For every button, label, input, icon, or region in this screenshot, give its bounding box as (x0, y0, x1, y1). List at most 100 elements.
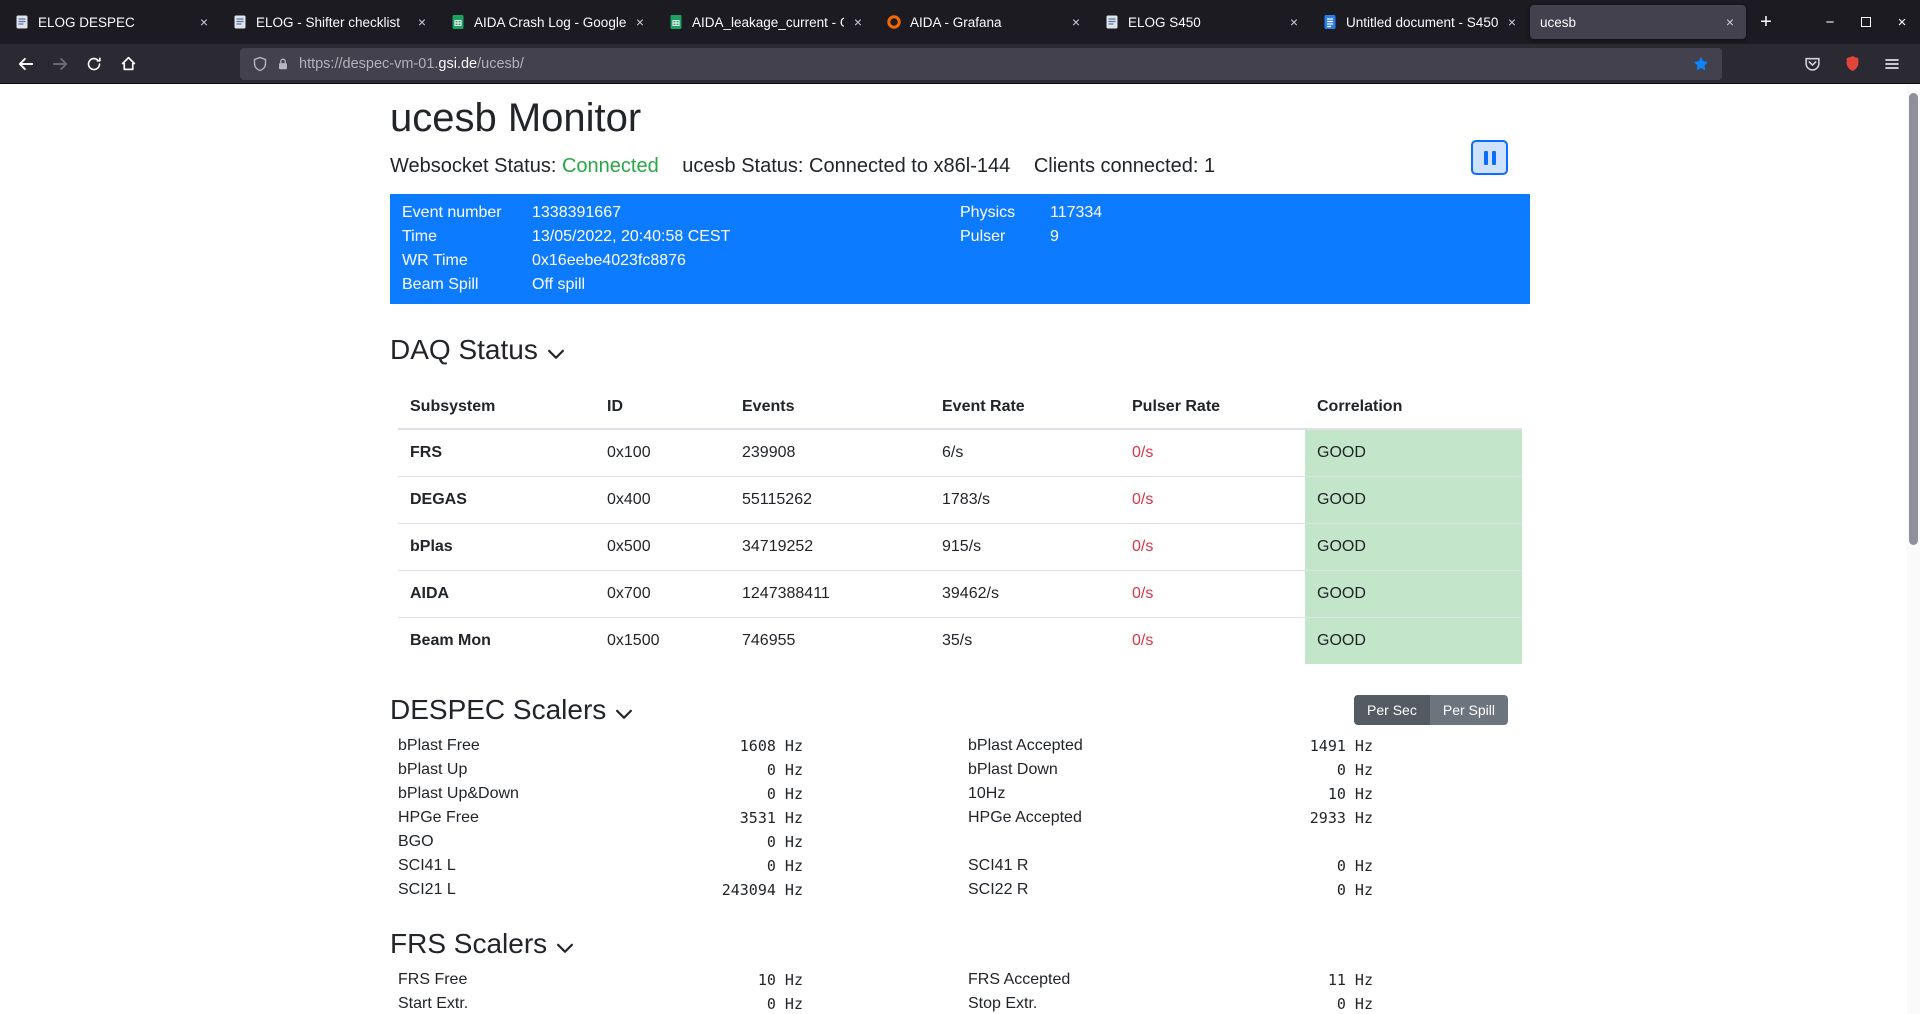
table-row-aida: AIDA 0x700 1247388411 39462/s 0/s GOOD (398, 571, 1522, 618)
google-docs-icon (1322, 14, 1338, 30)
scrollbar-thumb[interactable] (1909, 93, 1918, 545)
close-icon[interactable]: × (1720, 12, 1740, 32)
event-info-panel: Event number 1338391667 Time 13/05/2022,… (390, 194, 1530, 304)
content-container: ucesb Monitor Websocket Status: Connecte… (390, 84, 1530, 1014)
table-row-degas: DEGAS 0x400 55115262 1783/s 0/s GOOD (398, 477, 1522, 524)
scaler-row: SCI41 L0 Hz SCI41 R0 Hz (390, 854, 1530, 878)
tab-aida-leakage-current[interactable]: AIDA_leakage_current - G × (658, 5, 874, 39)
grafana-icon (886, 14, 902, 30)
google-sheets-icon (668, 14, 684, 30)
column-header: ID (595, 386, 730, 429)
frs-scalers-heading-row: FRS Scalers (390, 928, 1530, 960)
pocket-button[interactable] (1796, 48, 1828, 80)
per-sec-button[interactable]: Per Sec (1354, 695, 1430, 725)
despec-scalers-heading-row: DESPEC Scalers Per Sec Per Spill (390, 694, 1530, 726)
pause-button[interactable] (1471, 140, 1508, 175)
page-viewport: ucesb Monitor Websocket Status: Connecte… (0, 84, 1920, 1014)
page-scrollbar[interactable] (1907, 84, 1920, 1014)
bookmark-star-icon[interactable] (1692, 55, 1710, 73)
new-tab-button[interactable]: + (1750, 6, 1782, 38)
despec-scaler-list: bPlast Free1608 Hz bPlast Accepted1491 H… (390, 734, 1530, 902)
correlation-status-cell: GOOD (1305, 429, 1522, 477)
scaler-row: bPlast Free1608 Hz bPlast Accepted1491 H… (390, 734, 1530, 758)
reload-button[interactable] (78, 48, 110, 80)
rate-mode-toggle: Per Sec Per Spill (1354, 695, 1508, 725)
browser-window: ELOG DESPEC × ELOG - Shifter checklist ×… (0, 0, 1920, 1014)
per-spill-button[interactable]: Per Spill (1430, 695, 1508, 725)
chevron-down-icon[interactable] (546, 344, 566, 364)
url-text: https://despec-vm-01.gsi.de/ucesb/ (299, 56, 1692, 72)
scaler-row: HPGe Free3531 Hz HPGe Accepted2933 Hz (390, 806, 1530, 830)
tab-aida-crash-log[interactable]: AIDA Crash Log - Google S × (440, 5, 656, 39)
correlation-status-cell: GOOD (1305, 571, 1522, 618)
scaler-row: bPlast Up0 Hz bPlast Down0 Hz (390, 758, 1530, 782)
scaler-row: SCI21 L243094 Hz SCI22 R0 Hz (390, 878, 1530, 902)
maximize-icon (1861, 17, 1871, 27)
chevron-down-icon[interactable] (555, 938, 575, 958)
elog-icon (14, 14, 30, 30)
back-arrow-icon (20, 58, 32, 68)
window-close-button[interactable]: × (1884, 0, 1920, 44)
close-icon[interactable]: × (1502, 12, 1522, 32)
adblock-extension-button[interactable] (1836, 48, 1868, 80)
home-button[interactable] (112, 48, 144, 80)
close-icon[interactable]: × (630, 12, 650, 32)
table-row-bplas: bPlas 0x500 34719252 915/s 0/s GOOD (398, 524, 1522, 571)
table-row-beam-mon: Beam Mon 0x1500 746955 35/s 0/s GOOD (398, 618, 1522, 665)
close-icon[interactable]: × (1284, 12, 1304, 32)
tab-title: AIDA_leakage_current - G (692, 15, 844, 30)
scaler-row: FRS Free10 Hz FRS Accepted11 Hz (390, 968, 1530, 992)
table-row-frs: FRS 0x100 239908 6/s 0/s GOOD (398, 429, 1522, 477)
forward-arrow-icon (54, 58, 66, 68)
close-icon[interactable]: × (1066, 12, 1086, 32)
event-panel-right: Physics 117334 Pulser 9 (960, 201, 1518, 297)
time-row: Time 13/05/2022, 20:40:58 CEST (402, 225, 960, 249)
daq-status-heading-row: DAQ Status (390, 334, 1530, 366)
adblock-shield-icon (1846, 56, 1858, 71)
url-bar[interactable]: https://despec-vm-01.gsi.de/ucesb/ (240, 48, 1722, 80)
correlation-status-cell: GOOD (1305, 524, 1522, 571)
daq-status-heading: DAQ Status (390, 334, 566, 366)
tab-title: AIDA - Grafana (910, 15, 1062, 30)
frs-scalers-heading: FRS Scalers (390, 928, 575, 960)
lock-icon[interactable] (276, 57, 290, 71)
elog-icon (1104, 14, 1120, 30)
despec-scalers-heading: DESPEC Scalers (390, 694, 634, 726)
websocket-status-label: Websocket Status: (390, 155, 556, 177)
tab-bar: ELOG DESPEC × ELOG - Shifter checklist ×… (0, 0, 1920, 44)
column-header: Pulser Rate (1120, 386, 1305, 429)
tab-aida-grafana[interactable]: AIDA - Grafana × (876, 5, 1092, 39)
menu-button[interactable] (1876, 48, 1908, 80)
correlation-status-cell: GOOD (1305, 477, 1522, 524)
tab-elog-shifter-checklist[interactable]: ELOG - Shifter checklist × (222, 5, 438, 39)
tab-title: AIDA Crash Log - Google S (474, 15, 626, 30)
tab-ucesb-active[interactable]: ucesb × (1530, 5, 1746, 39)
navbar-right-icons (1796, 48, 1908, 80)
minimize-button[interactable]: − (1812, 0, 1848, 44)
pulser-row: Pulser 9 (960, 225, 1518, 249)
daq-status-table: Subsystem ID Events Event Rate Pulser Ra… (398, 386, 1522, 664)
page-title: ucesb Monitor (390, 96, 1530, 141)
google-sheets-icon (450, 14, 466, 30)
tab-title: Untitled document - S450_s (1346, 15, 1498, 30)
back-button[interactable] (10, 48, 42, 80)
forward-button[interactable] (44, 48, 76, 80)
event-panel-left: Event number 1338391667 Time 13/05/2022,… (402, 201, 960, 297)
close-icon[interactable]: × (848, 12, 868, 32)
chevron-down-icon[interactable] (614, 704, 634, 724)
close-icon[interactable]: × (412, 12, 432, 32)
tab-untitled-document[interactable]: Untitled document - S450_s × (1312, 5, 1528, 39)
tab-elog-despec[interactable]: ELOG DESPEC × (4, 5, 220, 39)
scaler-row: BGO0 Hz (390, 830, 1530, 854)
tracking-protection-shield-icon[interactable] (252, 56, 268, 72)
tab-title: ELOG S450 (1128, 15, 1280, 30)
table-header-row: Subsystem ID Events Event Rate Pulser Ra… (398, 386, 1522, 429)
scaler-row: bPlast Up&Down0 Hz 10Hz10 Hz (390, 782, 1530, 806)
tab-elog-s450[interactable]: ELOG S450 × (1094, 5, 1310, 39)
beam-spill-row: Beam Spill Off spill (402, 273, 960, 297)
maximize-button[interactable] (1848, 0, 1884, 44)
scaler-row: Start Extr.0 Hz Stop Extr.0 Hz (390, 992, 1530, 1014)
clients-connected-value: 1 (1204, 155, 1215, 177)
wr-time-row: WR Time 0x16eebe4023fc8876 (402, 249, 960, 273)
close-icon[interactable]: × (194, 12, 214, 32)
